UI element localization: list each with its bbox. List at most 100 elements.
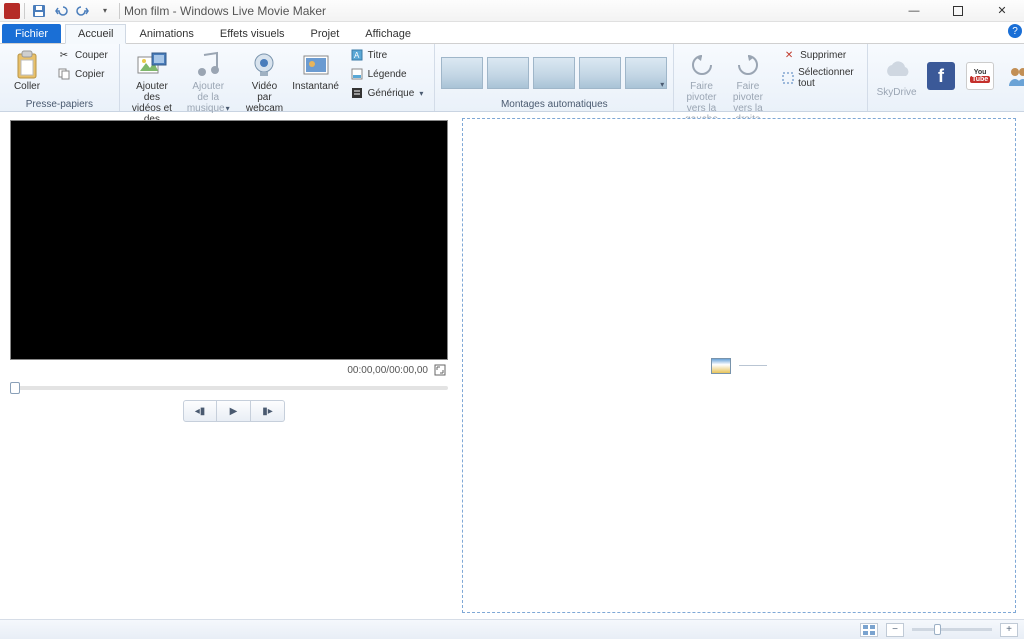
cut-button[interactable]: ✂ Couper: [52, 46, 113, 64]
group-edit: Faire pivoter vers la gauche Faire pivot…: [674, 44, 867, 111]
group-automontages: Montages automatiques: [435, 44, 674, 111]
tab-effets-visuels[interactable]: Effets visuels: [207, 24, 298, 43]
maximize-button[interactable]: [936, 0, 980, 22]
snapshot-icon: [300, 49, 332, 81]
minimize-button[interactable]: —: [892, 0, 936, 22]
automontage-thumb-4[interactable]: [579, 57, 621, 89]
main-area: 00:00,00/00:00,00 ◂▮ ▶ ▮▸: [0, 112, 1024, 619]
prev-frame-button[interactable]: ◂▮: [183, 400, 217, 422]
skydrive-label: SkyDrive: [877, 87, 917, 98]
select-all-icon: [782, 71, 794, 85]
ribbon-tabs: Fichier Accueil Animations Effets visuel…: [0, 22, 1024, 44]
automontage-thumb-3[interactable]: [533, 57, 575, 89]
caption-label: Légende: [368, 69, 407, 80]
maximize-icon: [953, 6, 963, 16]
select-all-label: Sélectionner tout: [798, 67, 856, 89]
help-button[interactable]: ?: [1008, 24, 1022, 38]
tab-affichage[interactable]: Affichage: [352, 24, 424, 43]
credits-button[interactable]: Générique▾: [345, 84, 429, 102]
title-label: Titre: [368, 50, 388, 61]
window-title: Mon film - Windows Live Movie Maker: [124, 4, 326, 18]
delete-label: Supprimer: [800, 50, 846, 61]
timeline-pane[interactable]: [462, 118, 1016, 613]
rotate-right-icon: [732, 49, 764, 81]
paste-button[interactable]: Coller: [6, 46, 48, 95]
undo-icon[interactable]: [53, 3, 69, 19]
webcam-icon: [248, 49, 280, 81]
next-frame-button[interactable]: ▮▸: [251, 400, 285, 422]
seek-slider[interactable]: [10, 386, 448, 390]
tab-projet[interactable]: Projet: [298, 24, 353, 43]
drop-hint-icon: [711, 358, 731, 374]
snapshot-button[interactable]: Instantané: [295, 46, 337, 95]
caption-button[interactable]: Légende: [345, 65, 429, 83]
webcam-video-button[interactable]: Vidéo par webcam: [238, 46, 290, 117]
music-icon: [192, 49, 224, 81]
help-icon: ?: [1012, 26, 1018, 37]
automontage-thumb-2[interactable]: [487, 57, 529, 89]
close-button[interactable]: ✕: [980, 0, 1024, 22]
facebook-button[interactable]: f: [924, 59, 959, 93]
delete-icon: ✕: [782, 48, 796, 62]
facebook-icon: f: [927, 62, 955, 90]
play-button[interactable]: ▶: [217, 400, 251, 422]
rotate-left-icon: [686, 49, 718, 81]
drop-hint-line: [739, 365, 767, 366]
snapshot-label: Instantané: [292, 81, 339, 92]
zoom-in-button[interactable]: +: [1000, 623, 1018, 637]
rotate-right-button[interactable]: Faire pivoter vers la droite: [727, 46, 769, 128]
minus-icon: −: [892, 624, 898, 635]
rotate-left-button[interactable]: Faire pivoter vers la gauche: [680, 46, 722, 128]
cut-label: Couper: [75, 50, 108, 61]
credits-label: Générique: [368, 88, 415, 99]
next-frame-icon: ▮▸: [262, 406, 273, 417]
zoom-thumb[interactable]: [934, 624, 941, 635]
group-clipboard: Coller ✂ Couper Copier Presse-papiers: [0, 44, 120, 111]
copy-button[interactable]: Copier: [52, 65, 113, 83]
groups-button[interactable]: [1002, 59, 1024, 93]
youtube-button[interactable]: YouTube: [963, 59, 998, 93]
webcam-video-label: Vidéo par webcam: [243, 81, 285, 114]
preview-pane: 00:00,00/00:00,00 ◂▮ ▶ ▮▸: [0, 112, 458, 619]
skydrive-button[interactable]: SkyDrive: [874, 52, 920, 101]
youtube-icon: YouTube: [966, 62, 994, 90]
paste-icon: [11, 49, 43, 81]
storyboard-icon: [863, 625, 875, 635]
copy-label: Copier: [75, 69, 104, 80]
photo-video-icon: [136, 49, 168, 81]
automontage-more-button[interactable]: [625, 57, 667, 89]
zoom-slider[interactable]: [912, 628, 992, 631]
automontage-thumb-1[interactable]: [441, 57, 483, 89]
select-all-button[interactable]: Sélectionner tout: [777, 65, 861, 91]
tab-animations[interactable]: Animations: [126, 24, 206, 43]
title-icon: A: [350, 48, 364, 62]
app-icon: [4, 3, 20, 19]
quick-access-toolbar: ▾: [25, 3, 119, 19]
qat-dropdown-icon[interactable]: ▾: [97, 3, 113, 19]
caption-icon: [350, 67, 364, 81]
tab-file[interactable]: Fichier: [2, 24, 61, 43]
title-button[interactable]: A Titre: [345, 46, 429, 64]
prev-frame-icon: ◂▮: [195, 406, 206, 417]
tab-accueil[interactable]: Accueil: [65, 24, 126, 44]
preview-time-row: 00:00,00/00:00,00: [10, 360, 448, 380]
zoom-out-button[interactable]: −: [886, 623, 904, 637]
delete-button[interactable]: ✕ Supprimer: [777, 46, 861, 64]
plus-icon: +: [1006, 624, 1012, 635]
qat-separator: [119, 3, 120, 19]
save-icon[interactable]: [31, 3, 47, 19]
svg-text:A: A: [354, 51, 360, 60]
group-automontages-label: Montages automatiques: [441, 99, 667, 111]
ribbon: Coller ✂ Couper Copier Presse-papiers Ajo…: [0, 44, 1024, 112]
redo-icon[interactable]: [75, 3, 91, 19]
add-music-button[interactable]: Ajouter de la musique▾: [182, 46, 234, 117]
fullscreen-icon[interactable]: [434, 364, 446, 376]
group-clipboard-label: Presse-papiers: [6, 99, 113, 111]
titlebar: ▾ Mon film - Windows Live Movie Maker — …: [0, 0, 1024, 22]
cut-icon: ✂: [57, 48, 71, 62]
view-storyboard-button[interactable]: [860, 623, 878, 637]
seek-thumb[interactable]: [10, 382, 20, 394]
group-add: Ajouter des vidéos et des photos Ajouter…: [120, 44, 436, 111]
copy-icon: [57, 67, 71, 81]
playback-controls: ◂▮ ▶ ▮▸: [10, 400, 458, 422]
